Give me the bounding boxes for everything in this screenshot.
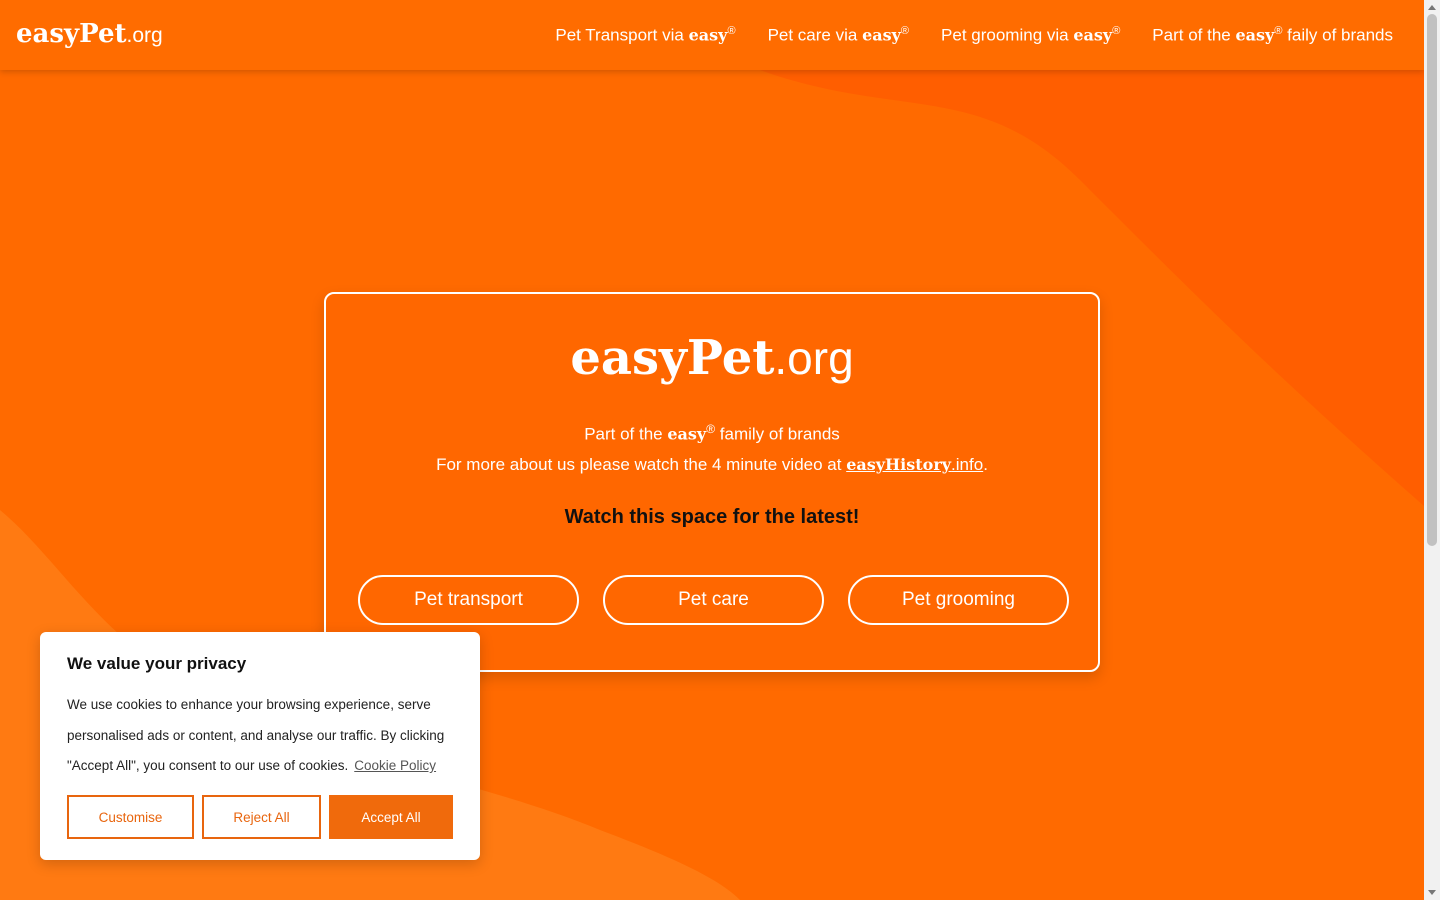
customise-button[interactable]: Customise (67, 795, 194, 839)
site-header: easyPet.org Pet Transport via easy® Pet … (0, 0, 1424, 70)
logo-brand: easyPet (16, 19, 127, 49)
card-logo: easyPet.org (570, 330, 854, 386)
scroll-up-icon[interactable] (1428, 5, 1436, 10)
logo-suffix: .org (126, 24, 163, 47)
easyhistory-link[interactable]: easyHistory.info (846, 455, 983, 474)
intro-card: easyPet.org Part of the easy® family of … (324, 292, 1100, 672)
pet-care-button[interactable]: Pet care (603, 575, 824, 625)
cookie-policy-link[interactable]: Cookie Policy (354, 758, 436, 773)
family-tagline: Part of the easy® family of brands (584, 422, 840, 444)
cookie-text: We use cookies to enhance your browsing … (67, 697, 445, 773)
scroll-down-icon[interactable] (1428, 890, 1436, 895)
nav-pet-transport[interactable]: Pet Transport via easy® (555, 25, 735, 46)
cookie-title: We value your privacy (67, 654, 247, 673)
page-scrollbar[interactable] (1424, 0, 1440, 900)
reject-all-button[interactable]: Reject All (202, 795, 321, 839)
nav-pet-grooming[interactable]: Pet grooming via easy® (941, 25, 1120, 46)
nav-pet-care[interactable]: Pet care via easy® (768, 25, 909, 46)
watch-heading: Watch this space for the latest! (564, 506, 860, 528)
scrollbar-thumb[interactable] (1427, 14, 1437, 546)
video-info: For more about us please watch the 4 min… (436, 455, 988, 474)
nav-easy-family[interactable]: Part of the easy® faily of brands (1152, 25, 1393, 46)
service-buttons: Pet transport Pet care Pet grooming (358, 575, 1069, 625)
top-nav: Pet Transport via easy® Pet care via eas… (555, 25, 1393, 46)
cookie-consent-banner: We value your privacy We use cookies to … (40, 632, 480, 860)
accept-all-button[interactable]: Accept All (329, 795, 453, 839)
pet-grooming-button[interactable]: Pet grooming (848, 575, 1069, 625)
pet-transport-button[interactable]: Pet transport (358, 575, 579, 625)
site-logo[interactable]: easyPet.org (16, 19, 163, 49)
